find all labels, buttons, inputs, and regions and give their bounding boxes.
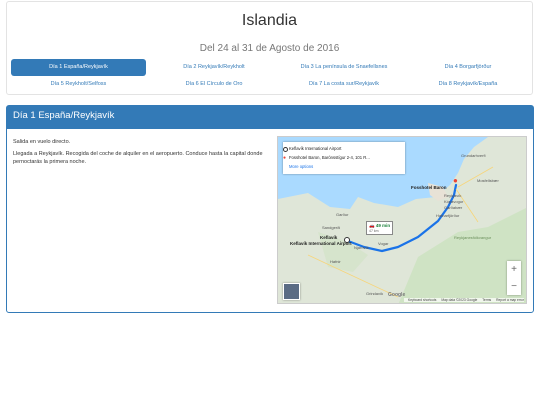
- map-label-grindavik: Grindavík: [366, 291, 384, 296]
- tab-day-6[interactable]: Día 6 El Círculo de Oro: [148, 76, 280, 93]
- destination-row[interactable]: ● Fosshotel Baron, Barónsstígur 2-4, 101…: [283, 155, 370, 161]
- map-label-hafnir: Hafnir: [330, 259, 341, 264]
- terms-link[interactable]: Terms: [482, 298, 491, 302]
- map-attribution: Keyboard shortcuts Map data ©2023 Google…: [404, 298, 524, 302]
- zoom-in-button[interactable]: +: [507, 261, 521, 278]
- map-label-kopavogur: Kópavogur: [444, 199, 464, 204]
- tab-day-2[interactable]: Día 2 Reykjavík/Reykholt: [148, 59, 280, 76]
- destination-label: Fosshotel Baron, Barónsstígur 2-4, 101 R…: [289, 155, 370, 160]
- trip-header-card: Islandia Del 24 al 31 de Agosto de 2016 …: [6, 1, 533, 95]
- eta-distance: 47 km: [369, 229, 379, 233]
- map-label-vogar: Vogar: [378, 241, 389, 246]
- directions-box[interactable]: Keflavík International Airport ● Fosshot…: [283, 142, 405, 174]
- origin-label: Keflavík International Airport: [289, 146, 342, 151]
- tab-day-7[interactable]: Día 7 La costa sur/Reykjavík: [282, 76, 406, 93]
- day-heading: Día 1 España/Reykjavík: [7, 106, 533, 129]
- map-label-njardvik: Njarðvík: [354, 245, 369, 250]
- eta-time: 49 min: [375, 223, 391, 228]
- origin-dot-icon: [283, 146, 288, 152]
- destination-pin-icon: ●: [283, 155, 287, 161]
- report-error-link[interactable]: Report a map error: [496, 298, 524, 302]
- keyboard-shortcuts-link[interactable]: Keyboard shortcuts: [408, 298, 436, 302]
- route-map[interactable]: Keflavík International Airport ● Fosshot…: [277, 136, 527, 304]
- more-options-link[interactable]: More options: [289, 164, 313, 169]
- zoom-control: + −: [507, 261, 521, 295]
- day-description: Salida en vuelo directo. Llegada a Reykj…: [13, 138, 268, 170]
- origin-row[interactable]: Keflavík International Airport: [283, 146, 342, 152]
- tab-day-3[interactable]: Día 3 La península de Snaefellsnes: [282, 59, 406, 76]
- map-label-keflavik: Keflavík: [320, 235, 338, 240]
- route-eta-badge[interactable]: 🚗 49 min 47 km: [366, 221, 394, 235]
- tab-day-4[interactable]: Día 4 Borgarfjörður: [408, 59, 528, 76]
- day-panel: Día 1 España/Reykjavík Salida en vuelo d…: [6, 105, 534, 313]
- map-label-hafnarfjordur: Hafnarfjörður: [436, 213, 460, 218]
- google-logo: Google: [388, 292, 406, 298]
- tab-day-1[interactable]: Día 1 España/Reykjavík: [11, 59, 146, 76]
- map-layer-toggle-button[interactable]: [283, 283, 300, 300]
- destination-marker-icon[interactable]: ●: [453, 177, 458, 185]
- map-label-airport: Keflavík International Airport: [290, 241, 352, 246]
- map-label-gardur: Garður: [336, 212, 349, 217]
- tab-day-8[interactable]: Día 8 Reykjavík/España: [408, 76, 528, 93]
- tab-day-5[interactable]: Día 5 Reykholt/Selfoss: [11, 76, 146, 93]
- map-data-label: Map data ©2023 Google: [441, 298, 478, 302]
- description-paragraph: Salida en vuelo directo.: [13, 139, 71, 145]
- map-label-reykjanesfolkvangur: Reykjanesfólkvangur: [454, 235, 492, 240]
- zoom-out-button[interactable]: −: [507, 278, 521, 295]
- map-label-reykjavik: Reykjavík: [444, 193, 462, 198]
- origin-marker-icon[interactable]: [344, 237, 350, 243]
- description-paragraph: Llegada a Reykjavík. Recogida del coche …: [13, 151, 263, 165]
- page-title: Islandia: [241, 12, 298, 29]
- map-label-gardabaer: Garðabær: [444, 205, 463, 210]
- map-label-sandgerdi: Sandgerði: [322, 225, 341, 230]
- map-label-mosfellsbaer: Mosfellsbær: [477, 178, 499, 183]
- trip-dates: Del 24 al 31 de Agosto de 2016: [199, 43, 340, 54]
- car-icon: 🚗: [369, 223, 375, 228]
- map-label-fosshotel: Fosshotel Baron: [411, 185, 447, 190]
- map-label-grundarhverfi: Grundarhverfi: [461, 153, 486, 158]
